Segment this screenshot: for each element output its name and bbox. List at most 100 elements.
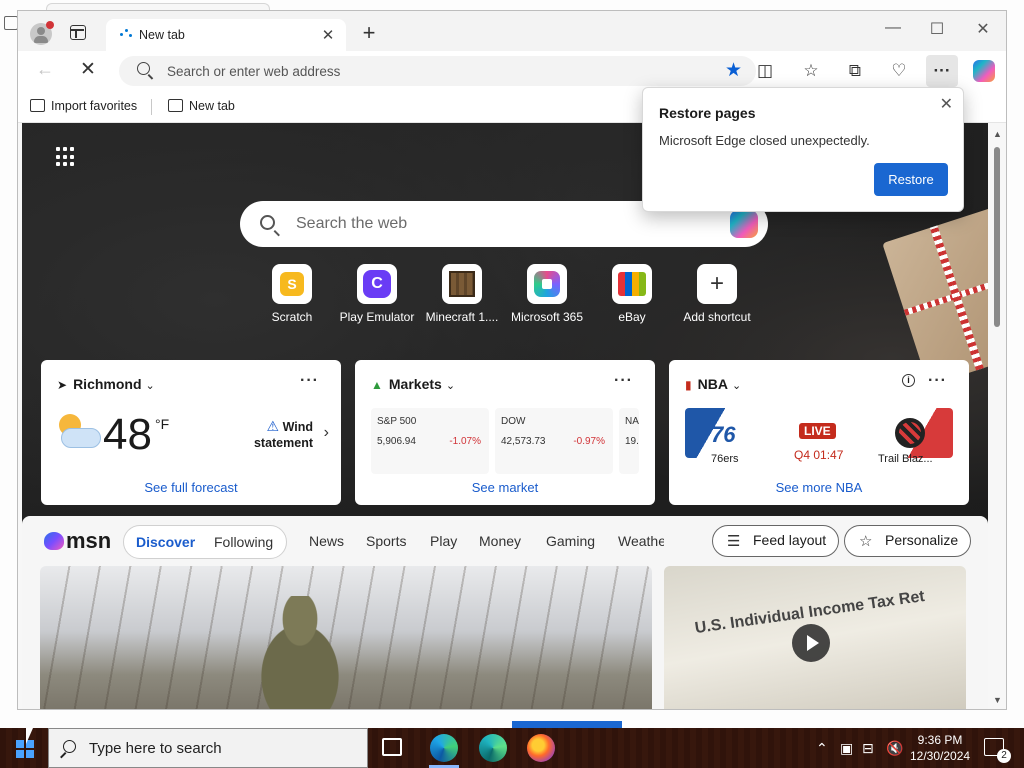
- shortcut-label: Microsoft 365: [510, 310, 584, 324]
- taskbar-search-box[interactable]: Type here to search: [48, 728, 368, 768]
- shortcut-minecraft[interactable]: Minecraft 1....: [419, 264, 505, 324]
- nba-more-icon[interactable]: ···: [928, 372, 947, 390]
- volume-muted-icon[interactable]: 🔇: [886, 740, 903, 757]
- collections-icon[interactable]: ⧉: [844, 60, 866, 82]
- markets-more-icon[interactable]: ···: [614, 372, 633, 390]
- shortcut-label: Add shortcut: [683, 310, 751, 324]
- meet-now-icon[interactable]: ▣: [840, 740, 853, 757]
- story-card-video[interactable]: U.S. Individual Income Tax Ret: [664, 566, 966, 709]
- restore-button[interactable]: Restore: [874, 163, 948, 196]
- show-hidden-icons-icon[interactable]: ⌃: [816, 740, 828, 757]
- back-button[interactable]: ←: [36, 59, 54, 80]
- task-view-icon[interactable]: [382, 738, 402, 756]
- new-tab-button[interactable]: +: [358, 20, 380, 46]
- edge-taskbar-icon[interactable]: [430, 734, 458, 762]
- tab-discover[interactable]: Discover: [136, 534, 195, 550]
- feed-nav-news[interactable]: News: [309, 533, 344, 549]
- shortcut-play-emulator[interactable]: C Play Emulator: [334, 264, 420, 324]
- more-dots-icon: ···: [933, 61, 951, 80]
- tab-following[interactable]: Following: [214, 534, 273, 550]
- trail-blazers-logo: [881, 408, 953, 458]
- story-image-soldier: [240, 596, 360, 709]
- shortcut-label: Play Emulator: [339, 310, 415, 324]
- profile-button[interactable]: [30, 21, 54, 45]
- personalize-label: Personalize: [885, 532, 959, 548]
- see-market-link[interactable]: See market: [355, 480, 655, 495]
- market-name: DOW: [501, 416, 526, 427]
- market-item-sp500[interactable]: S&P 500 5,906.94 -1.07%: [371, 408, 489, 474]
- favorites-divider: [151, 99, 152, 115]
- address-bar[interactable]: Search or enter web address ★: [119, 56, 756, 86]
- copilot-icon[interactable]: [973, 60, 995, 82]
- feed-layout-button[interactable]: ☰ Feed layout: [712, 525, 840, 557]
- favorite-new-tab-label: New tab: [189, 99, 235, 113]
- favorite-star-icon[interactable]: ★: [725, 59, 742, 82]
- weather-alert[interactable]: ⚠ Wind statement: [254, 418, 313, 451]
- feed-nav-money[interactable]: Money: [479, 533, 521, 549]
- chevron-right-icon[interactable]: ›: [324, 424, 329, 442]
- partly-cloudy-icon: [55, 412, 103, 454]
- loading-progress-bar: [512, 721, 622, 728]
- weather-location-selector[interactable]: ➤ Richmond ⌄: [57, 376, 155, 392]
- tab-actions-icon[interactable]: [70, 25, 86, 40]
- network-icon[interactable]: ⊟: [862, 740, 874, 757]
- see-more-nba-link[interactable]: See more NBA: [669, 480, 969, 495]
- msn-brand: msn: [66, 528, 112, 553]
- scroll-down-icon[interactable]: ▼: [993, 695, 1002, 705]
- shortcut-scratch[interactable]: S Scratch: [249, 264, 335, 324]
- market-value: 19.4: [625, 436, 639, 447]
- nba-logo-icon: ▮: [685, 378, 692, 392]
- scroll-up-icon[interactable]: ▲: [993, 129, 1002, 139]
- minimize-button[interactable]: —: [880, 19, 906, 37]
- market-value: 5,906.94: [377, 436, 416, 447]
- market-name: S&P 500: [377, 416, 417, 427]
- info-icon[interactable]: i: [902, 374, 915, 387]
- close-icon[interactable]: ✕: [940, 94, 953, 114]
- chevron-down-icon: ⌄: [731, 380, 742, 392]
- maximize-button[interactable]: ☐: [924, 19, 950, 39]
- shortcut-microsoft-365[interactable]: Microsoft 365: [504, 264, 590, 324]
- weather-location: Richmond: [73, 376, 142, 392]
- feed-nav-gaming[interactable]: Gaming: [546, 533, 595, 549]
- favorites-icon[interactable]: ☆: [800, 60, 822, 82]
- shortcut-add[interactable]: + Add shortcut: [674, 264, 760, 324]
- search-icon: [260, 215, 275, 230]
- shortcut-ebay[interactable]: eBay: [589, 264, 675, 324]
- weather-more-icon[interactable]: ···: [300, 372, 319, 390]
- notification-center-icon[interactable]: 2: [984, 738, 1011, 763]
- markets-selector[interactable]: ▲ Markets ⌄: [371, 376, 455, 392]
- copilot-icon[interactable]: [730, 210, 758, 238]
- firefox-taskbar-icon[interactable]: [527, 734, 555, 762]
- close-window-button[interactable]: ✕: [970, 19, 996, 39]
- nba-selector[interactable]: ▮ NBA ⌄: [685, 376, 741, 392]
- split-screen-icon[interactable]: ◫: [754, 60, 776, 82]
- away-team-name: Trail Blaz...: [878, 453, 933, 465]
- favorite-new-tab-item[interactable]: New tab: [168, 99, 235, 113]
- market-item-nasdaq[interactable]: NA 19.4: [619, 408, 639, 474]
- app-launcher-icon[interactable]: [56, 147, 76, 167]
- live-badge: LIVE: [799, 423, 836, 439]
- browser-essentials-icon[interactable]: ♡: [888, 60, 910, 82]
- story-card-main[interactable]: [40, 566, 652, 709]
- see-full-forecast-link[interactable]: See full forecast: [41, 480, 341, 495]
- feed-nav-sports[interactable]: Sports: [366, 533, 406, 549]
- taskbar-clock[interactable]: 9:36 PM 12/30/2024: [910, 732, 970, 764]
- tab-new-tab[interactable]: New tab ✕: [106, 19, 346, 51]
- shortcut-label: Minecraft 1....: [425, 310, 499, 324]
- search-icon: [63, 740, 76, 753]
- tab-close-icon[interactable]: ✕: [320, 26, 336, 44]
- market-item-dow[interactable]: DOW 42,573.73 -0.97%: [495, 408, 613, 474]
- stop-loading-button[interactable]: ✕: [80, 58, 96, 81]
- chevron-down-icon: ⌄: [145, 380, 155, 392]
- weather-alert-line1: Wind: [282, 420, 313, 434]
- import-favorites-item[interactable]: Import favorites: [30, 99, 137, 113]
- scroll-thumb[interactable]: [994, 147, 1000, 327]
- feed-nav-weather[interactable]: Weathe: [618, 533, 664, 549]
- msn-logo[interactable]: msn: [44, 528, 111, 554]
- feed-nav-play[interactable]: Play: [430, 533, 457, 549]
- edge-beta-taskbar-icon[interactable]: [479, 734, 507, 762]
- tab-title: New tab: [139, 28, 185, 42]
- play-video-icon[interactable]: [792, 624, 830, 662]
- personalize-button[interactable]: ☆ Personalize: [844, 525, 972, 557]
- page-scrollbar[interactable]: ▲ ▼: [988, 123, 1006, 709]
